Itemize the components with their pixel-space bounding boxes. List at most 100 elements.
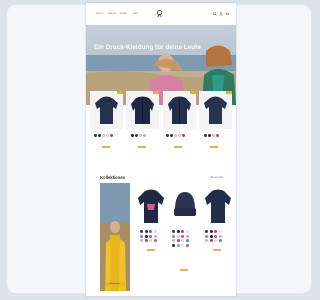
color-swatch[interactable] bbox=[170, 134, 173, 137]
color-swatch[interactable] bbox=[209, 239, 213, 242]
color-swatch-grid[interactable] bbox=[140, 230, 157, 242]
color-swatch[interactable] bbox=[172, 230, 175, 233]
color-swatch[interactable] bbox=[144, 239, 148, 242]
color-swatch[interactable] bbox=[205, 230, 208, 233]
color-swatch[interactable] bbox=[208, 134, 211, 137]
color-swatch[interactable] bbox=[205, 234, 208, 238]
hero-title: Ein Druck-Kleidung für deine Leute bbox=[94, 44, 201, 51]
color-swatch[interactable] bbox=[181, 239, 184, 242]
color-swatch[interactable] bbox=[176, 230, 180, 233]
color-swatch[interactable] bbox=[153, 234, 157, 238]
color-swatch[interactable] bbox=[181, 243, 184, 247]
color-swatch[interactable] bbox=[139, 134, 142, 137]
color-swatch[interactable] bbox=[149, 239, 152, 242]
product-card-2[interactable] bbox=[126, 91, 159, 129]
beanie-image bbox=[174, 192, 196, 216]
color-swatch[interactable] bbox=[182, 134, 185, 137]
search-icon[interactable] bbox=[213, 12, 217, 16]
sale-badge bbox=[153, 91, 159, 94]
collection-item-2[interactable] bbox=[170, 188, 200, 226]
color-swatches[interactable] bbox=[131, 134, 146, 137]
sale-badge bbox=[190, 91, 196, 94]
color-swatch[interactable] bbox=[181, 230, 184, 233]
hoodie-image bbox=[95, 96, 118, 124]
color-swatch[interactable] bbox=[172, 243, 175, 247]
nav-link-damen[interactable]: Damen bbox=[108, 12, 116, 15]
top-nav: Herren Damen Kinder Sale bbox=[86, 3, 236, 23]
color-swatch-grid[interactable] bbox=[205, 230, 222, 242]
nav-link-kinder[interactable]: Kinder bbox=[120, 12, 128, 15]
color-swatch[interactable] bbox=[185, 234, 189, 238]
product-card-4[interactable] bbox=[199, 91, 232, 129]
color-swatch[interactable] bbox=[172, 239, 175, 242]
color-swatch[interactable] bbox=[218, 234, 222, 238]
color-swatch[interactable] bbox=[218, 239, 222, 242]
color-swatches[interactable] bbox=[204, 134, 219, 137]
color-swatch[interactable] bbox=[153, 239, 157, 242]
price-tag bbox=[180, 269, 188, 271]
sale-badge bbox=[117, 91, 123, 94]
color-swatch-grid[interactable] bbox=[172, 230, 189, 247]
hoodie-image bbox=[205, 189, 231, 223]
price-tag bbox=[102, 146, 110, 148]
storefront-page: Herren Damen Kinder Sale Ein Druck-Kleid… bbox=[86, 3, 236, 296]
sale-badge bbox=[226, 91, 232, 94]
section-title: Kollektionen bbox=[100, 175, 126, 180]
color-swatch[interactable] bbox=[149, 234, 152, 238]
color-swatch[interactable] bbox=[185, 239, 189, 242]
color-swatch[interactable] bbox=[214, 234, 217, 238]
collection-item-1[interactable] bbox=[136, 188, 166, 226]
account-icon[interactable] bbox=[219, 12, 223, 16]
color-swatch[interactable] bbox=[214, 239, 217, 242]
color-swatches[interactable] bbox=[94, 134, 113, 137]
color-swatches[interactable] bbox=[166, 134, 185, 137]
color-swatch[interactable] bbox=[144, 234, 148, 238]
color-swatch[interactable] bbox=[185, 230, 189, 233]
color-swatch[interactable] bbox=[140, 230, 143, 233]
collection-item-3[interactable] bbox=[203, 188, 233, 226]
nav-link-sale[interactable]: Sale bbox=[133, 12, 138, 15]
jacket-image bbox=[168, 96, 191, 124]
color-swatch[interactable] bbox=[102, 134, 105, 137]
color-swatch[interactable] bbox=[106, 134, 109, 137]
color-swatch[interactable] bbox=[135, 134, 138, 137]
color-swatch[interactable] bbox=[209, 230, 213, 233]
color-swatch[interactable] bbox=[143, 134, 146, 137]
color-swatch[interactable] bbox=[178, 134, 181, 137]
color-swatch[interactable] bbox=[131, 134, 134, 137]
color-swatch[interactable] bbox=[166, 134, 169, 137]
color-swatch[interactable] bbox=[172, 234, 175, 238]
color-swatch[interactable] bbox=[205, 239, 208, 242]
color-swatch[interactable] bbox=[149, 230, 152, 233]
color-swatch[interactable] bbox=[185, 243, 189, 247]
promo-button[interactable]: Entdecken bbox=[105, 282, 125, 286]
nav-link-herren[interactable]: Herren bbox=[96, 12, 104, 15]
color-swatch[interactable] bbox=[209, 234, 213, 238]
color-swatch[interactable] bbox=[204, 134, 207, 137]
color-swatch[interactable] bbox=[144, 230, 148, 233]
promo-card[interactable]: Entdecken bbox=[100, 183, 130, 291]
price-tag bbox=[213, 249, 221, 251]
color-swatch[interactable] bbox=[140, 234, 143, 238]
color-swatch[interactable] bbox=[176, 239, 180, 242]
color-swatch[interactable] bbox=[176, 234, 180, 238]
color-swatch[interactable] bbox=[176, 243, 180, 247]
brand-logo-icon[interactable] bbox=[155, 9, 164, 18]
product-card-3[interactable] bbox=[163, 91, 196, 129]
color-swatch[interactable] bbox=[214, 230, 217, 233]
price-tag bbox=[210, 146, 218, 148]
color-swatch[interactable] bbox=[98, 134, 101, 137]
color-swatch[interactable] bbox=[110, 134, 113, 137]
color-swatch[interactable] bbox=[174, 134, 177, 137]
color-swatch[interactable] bbox=[140, 239, 143, 242]
hoodie-image bbox=[204, 96, 227, 124]
cart-icon[interactable] bbox=[225, 12, 229, 16]
color-swatch[interactable] bbox=[218, 230, 222, 233]
view-all-link[interactable]: Alle ansehen bbox=[210, 176, 224, 179]
color-swatch[interactable] bbox=[216, 134, 219, 137]
color-swatch[interactable] bbox=[212, 134, 215, 137]
color-swatch[interactable] bbox=[153, 230, 157, 233]
color-swatch[interactable] bbox=[181, 234, 184, 238]
product-card-1[interactable] bbox=[90, 91, 123, 129]
color-swatch[interactable] bbox=[94, 134, 97, 137]
